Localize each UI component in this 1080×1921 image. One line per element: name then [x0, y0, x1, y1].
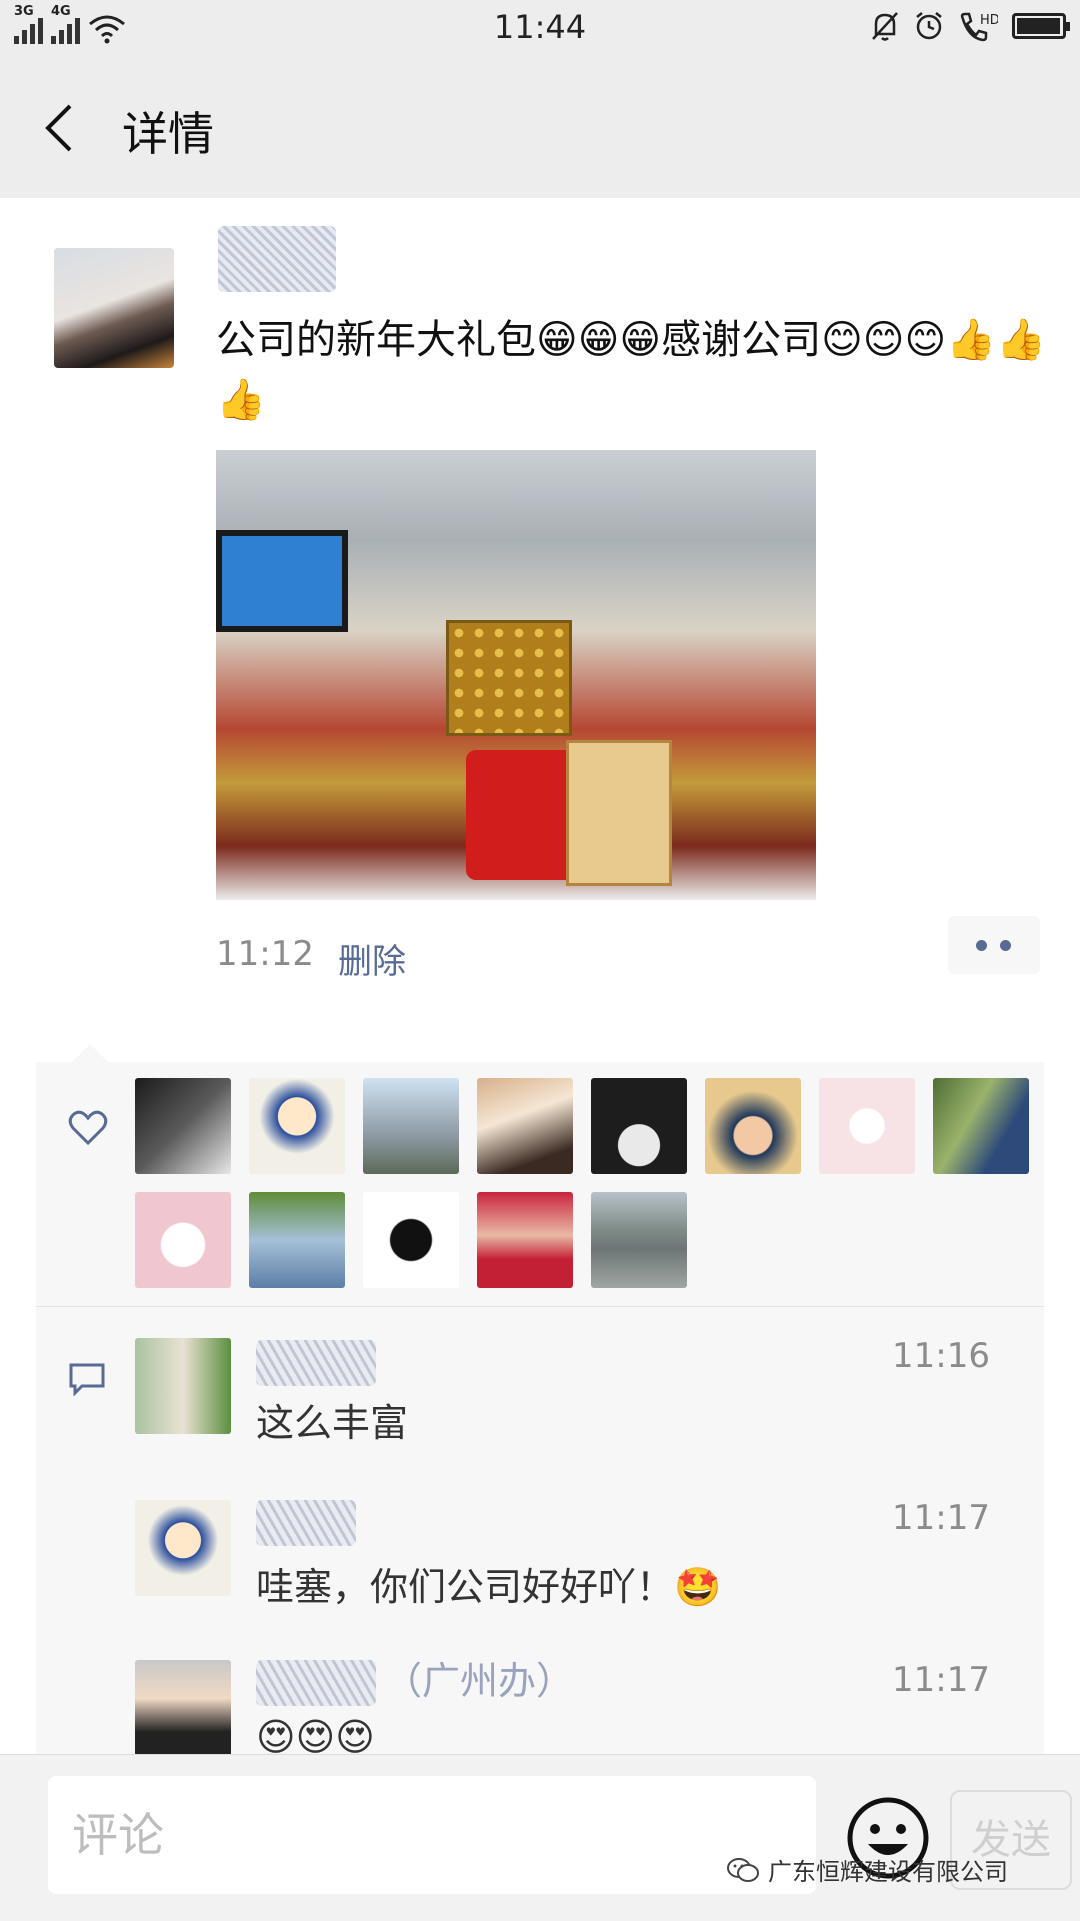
- comment-icon: [69, 1363, 105, 1396]
- author-avatar[interactable]: [54, 248, 174, 368]
- like-avatar[interactable]: [249, 1078, 345, 1174]
- like-avatar[interactable]: [591, 1192, 687, 1288]
- nav-bar: 详情: [0, 58, 1080, 198]
- comment-input[interactable]: [48, 1776, 816, 1894]
- svg-text:HD: HD: [980, 13, 998, 28]
- post-photo[interactable]: [216, 450, 816, 900]
- like-avatar[interactable]: [591, 1078, 687, 1174]
- comment-avatar[interactable]: [135, 1500, 231, 1596]
- like-avatar[interactable]: [705, 1078, 801, 1174]
- like-avatar[interactable]: [135, 1078, 231, 1174]
- commenter-name-suffix: （广州办）: [384, 1659, 575, 1703]
- like-avatar[interactable]: [933, 1078, 1029, 1174]
- panel-arrow: [72, 1044, 108, 1062]
- heart-icon: [68, 1110, 108, 1146]
- commenter-name-blurred[interactable]: [256, 1500, 356, 1546]
- back-button[interactable]: [40, 102, 80, 154]
- alarm-icon: [916, 12, 942, 40]
- hd-call-icon: HD: [960, 12, 998, 42]
- like-avatar[interactable]: [363, 1192, 459, 1288]
- comment-avatar[interactable]: [135, 1338, 231, 1434]
- panel-divider: [36, 1306, 1044, 1307]
- author-name-blurred[interactable]: [218, 226, 336, 292]
- page-title: 详情: [122, 107, 214, 161]
- delete-link[interactable]: 删除: [338, 934, 406, 983]
- like-avatar[interactable]: [819, 1078, 915, 1174]
- comment-text: 这么丰富: [256, 1401, 409, 1445]
- post-time: 11:12: [216, 934, 314, 974]
- battery-icon: [1012, 13, 1070, 39]
- like-avatar[interactable]: [477, 1192, 573, 1288]
- mute-bell-icon: [872, 12, 898, 41]
- post-text: 公司的新年大礼包😁😁😁感谢公司😊😊😊👍👍👍: [216, 317, 1046, 423]
- comment-time: 11:16: [892, 1336, 990, 1376]
- like-avatar[interactable]: [249, 1192, 345, 1288]
- status-bar: 3G 4G 11:44 HD: [0, 0, 1080, 58]
- comment-time: 11:17: [892, 1498, 990, 1538]
- comment-text: 哇塞，你们公司好好吖！🤩: [256, 1565, 722, 1609]
- wechat-icon: [727, 1857, 759, 1882]
- comment-avatar[interactable]: [135, 1660, 231, 1756]
- like-avatar[interactable]: [477, 1078, 573, 1174]
- like-avatar[interactable]: [135, 1192, 231, 1288]
- comment-time: 11:17: [892, 1660, 990, 1700]
- commenter-name-blurred[interactable]: [256, 1660, 376, 1706]
- watermark-text: 广东恒辉建设有限公司: [768, 1858, 1008, 1886]
- like-avatar[interactable]: [363, 1078, 459, 1174]
- account-watermark: 广东恒辉建设有限公司: [726, 1852, 1008, 1887]
- commenter-name-blurred[interactable]: [256, 1340, 376, 1386]
- more-dots-icon[interactable]: [948, 916, 1040, 974]
